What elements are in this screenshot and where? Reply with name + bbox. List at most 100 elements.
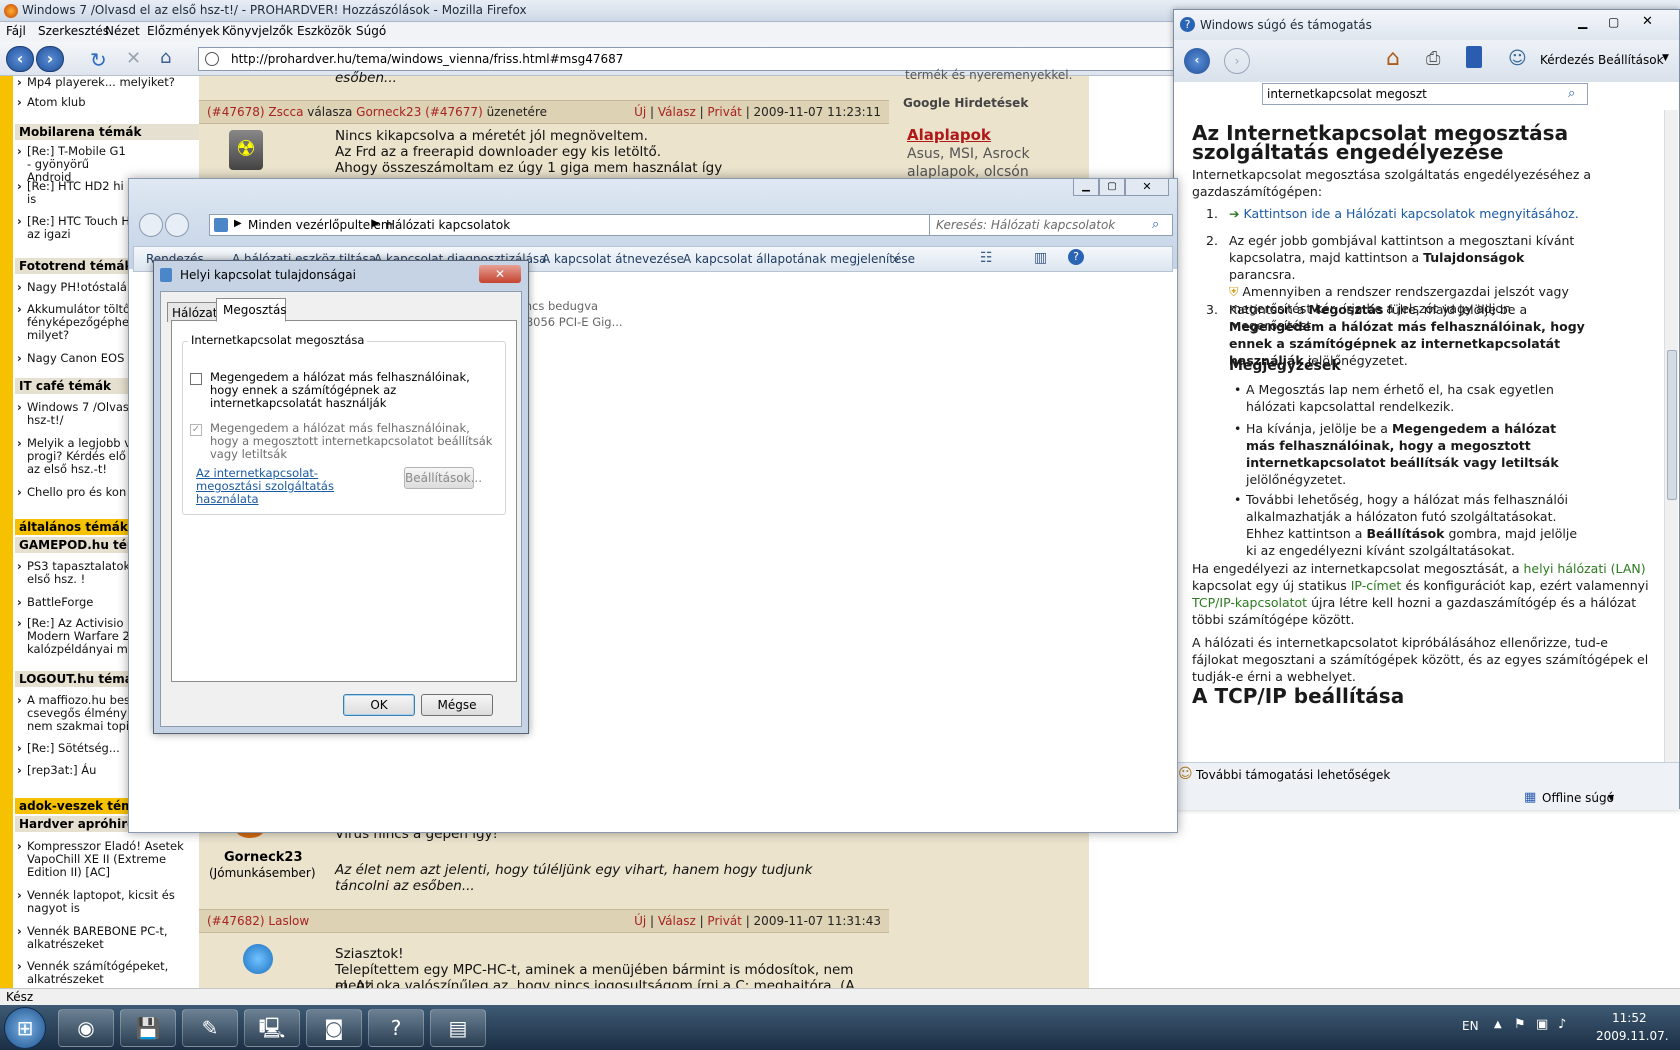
new-link[interactable]: Új	[634, 105, 646, 119]
sidebar-link[interactable]: Chello pro és kon	[15, 486, 133, 500]
address-bar[interactable]: ▶ Minden vezérlőpultelem ▶ Hálózati kapc…	[209, 214, 1024, 236]
more-commands-button[interactable]: »	[892, 252, 899, 266]
sidebar-link[interactable]: Akkumulátor töltő fényképezőgéphe milyet…	[15, 303, 133, 342]
network-tray-icon[interactable]: ▣	[1536, 1017, 1548, 1032]
forward-icon[interactable]: ›	[1224, 48, 1250, 74]
settings-button[interactable]: Beállítások...	[404, 467, 482, 489]
private-link[interactable]: Privát	[707, 105, 741, 119]
tray-expand-icon[interactable]: ▲	[1494, 1019, 1502, 1030]
lan-link[interactable]: helyi hálózati (LAN)	[1523, 561, 1645, 576]
taskbar-firefox-icon[interactable]: ◉	[58, 1009, 114, 1047]
home-icon[interactable]: ⌂	[1386, 46, 1400, 71]
sidebar-link[interactable]: Melyik a legjobb v progi? Kérdés elő az …	[15, 437, 133, 476]
sidebar-link[interactable]: [Re:] HTC HD2 hi is	[15, 180, 133, 206]
sidebar-link[interactable]: Nagy Canon EOS	[15, 352, 133, 366]
tcpip-link[interactable]: TCP/IP-kapcsolatot	[1192, 595, 1307, 610]
reply-link[interactable]: Válasz	[658, 105, 696, 119]
explorer-search-input[interactable]: Keresés: Hálózati kapcsolatok ⌕	[929, 214, 1173, 236]
allow-share-checkbox[interactable]	[190, 373, 202, 385]
ad-title-link[interactable]: Alaplapok	[907, 126, 991, 144]
new-link[interactable]: Új	[634, 914, 646, 928]
close-button[interactable]: ✕	[1125, 178, 1169, 196]
views-icon[interactable]: ☷	[980, 250, 993, 266]
clock-time[interactable]: 11:52	[1612, 1011, 1647, 1025]
ip-link[interactable]: IP-címet	[1351, 578, 1402, 593]
view-status-button[interactable]: A kapcsolat állapotának megjelenítése	[683, 252, 915, 266]
preview-pane-icon[interactable]: ▥	[1034, 250, 1047, 266]
post-id-link[interactable]: (#47682)	[207, 914, 265, 928]
sidebar-link[interactable]: PS3 tapasztalatok első hsz. !	[15, 560, 133, 586]
menu-help[interactable]: Súgó	[356, 24, 386, 38]
chevron-down-icon[interactable]: ▼	[1662, 53, 1669, 63]
sidebar-link[interactable]: Vennék laptopot, kicsit és nagyot is	[15, 889, 199, 915]
help-search-input[interactable]: internetkapcsolat megoszt ⌕	[1262, 83, 1588, 105]
open-network-connections-link[interactable]: Kattintson ide a Hálózati kapcsolatok me…	[1243, 206, 1578, 221]
minimize-button[interactable]: ▁	[1073, 178, 1099, 196]
sidebar-link[interactable]: Vennék BAREBONE PC-t, alkatrészeket	[15, 925, 199, 951]
offline-help-button[interactable]: Offline súgó	[1542, 791, 1614, 805]
sidebar-link[interactable]: [Re:] Az Activisio Modern Warfare 2 kaló…	[15, 617, 133, 656]
sidebar-link[interactable]: [rep3at:] Áu	[15, 764, 133, 778]
sidebar-link[interactable]: Windows 7 /Olvas hsz-t!/	[15, 401, 133, 427]
sidebar-link[interactable]: Nagy PH!otóstalál	[15, 281, 133, 295]
taskbar-network-icon[interactable]: 🖳	[244, 1009, 300, 1047]
help-scrollbar[interactable]	[1664, 110, 1678, 762]
search-icon[interactable]: ⌕	[1152, 217, 1159, 232]
menu-bookmarks[interactable]: Könyvjelzők	[222, 24, 293, 38]
step-1[interactable]: ➔ Kattintson ide a Hálózati kapcsolatok …	[1229, 205, 1649, 222]
forward-button[interactable]: ›	[36, 46, 64, 72]
menu-history[interactable]: Előzmények	[147, 24, 220, 38]
menu-tools[interactable]: Eszközök	[297, 24, 352, 38]
back-icon[interactable]: ‹	[1184, 48, 1210, 74]
scroll-thumb[interactable]	[1667, 350, 1677, 500]
sidebar-link[interactable]: Atom klub	[15, 96, 199, 110]
chevron-down-icon[interactable]: ▼	[1608, 793, 1614, 802]
search-icon[interactable]: ⌕	[1568, 86, 1575, 101]
allow-control-checkbox[interactable]: ✓	[190, 424, 202, 436]
back-icon[interactable]	[139, 213, 163, 237]
sidebar-link[interactable]: A maffiozo.hu bes csevegős élmény nem sz…	[15, 694, 133, 733]
taskbar-save-icon[interactable]: 💾	[120, 1009, 176, 1047]
home-icon[interactable]: ⌂	[160, 47, 171, 68]
sidebar-link[interactable]: Mp4 playerek... melyiket?	[15, 76, 199, 89]
browse-help-icon[interactable]	[1466, 46, 1482, 68]
reply-to-id-link[interactable]: (#47677)	[425, 105, 483, 119]
sidebar-link[interactable]: Vennék számítógépeket, alkatrészeket	[15, 960, 199, 986]
taskbar-help-icon[interactable]: ?	[368, 1009, 424, 1047]
volume-icon[interactable]: ♪	[1558, 1017, 1566, 1032]
maximize-button[interactable]: ▢	[1608, 15, 1619, 29]
allow-share-label[interactable]: Megengedem a hálózat más felhasználóinak…	[210, 371, 500, 410]
forward-icon[interactable]	[165, 213, 189, 237]
help-icon[interactable]: ?	[1068, 249, 1084, 265]
reply-to-user-link[interactable]: Gorneck23	[356, 105, 421, 119]
ask-icon[interactable]: ☺	[1508, 48, 1527, 69]
menu-file[interactable]: Fájl	[6, 24, 26, 38]
language-indicator[interactable]: EN	[1462, 1019, 1479, 1033]
taskbar-camera-icon[interactable]: ◙	[306, 1009, 362, 1047]
minimize-button[interactable]: ▁	[1578, 15, 1587, 29]
reply-link[interactable]: Válasz	[658, 914, 696, 928]
menu-view[interactable]: Nézet	[105, 24, 140, 38]
tab-sharing[interactable]: Megosztás	[216, 298, 287, 322]
ics-help-link[interactable]: Az internetkapcsolat-megosztási szolgált…	[196, 467, 356, 506]
post-author-link[interactable]: Zscca	[268, 105, 303, 119]
allow-control-label[interactable]: Megengedem a hálózat más felhasználóinak…	[210, 422, 500, 461]
taskbar-tool-icon[interactable]: ✎	[182, 1009, 238, 1047]
post-author[interactable]: Gorneck23	[224, 850, 303, 865]
ask-button[interactable]: Kérdezés	[1540, 53, 1594, 67]
cancel-button[interactable]: Mégse	[421, 694, 493, 716]
more-support-link[interactable]: További támogatási lehetőségek	[1196, 768, 1390, 782]
section-heading[interactable]: Mobilarena témák	[15, 124, 199, 140]
sidebar-link[interactable]: [Re:] HTC Touch H az igazi	[15, 215, 133, 241]
maximize-button[interactable]: ▢	[1099, 178, 1125, 196]
print-icon[interactable]: ⎙	[1426, 48, 1440, 69]
sidebar-link[interactable]: BattleForge	[15, 596, 133, 610]
menu-edit[interactable]: Szerkesztés	[38, 24, 109, 38]
private-link[interactable]: Privát	[707, 914, 741, 928]
start-button[interactable]: ⊞	[4, 1007, 46, 1049]
flag-icon[interactable]: ⚑	[1514, 1017, 1526, 1032]
close-button[interactable]: ✕	[1642, 14, 1653, 29]
ok-button[interactable]: OK	[343, 694, 415, 716]
reload-icon[interactable]: ↻	[90, 48, 107, 72]
taskbar-explorer-icon[interactable]: ▤	[430, 1009, 486, 1047]
